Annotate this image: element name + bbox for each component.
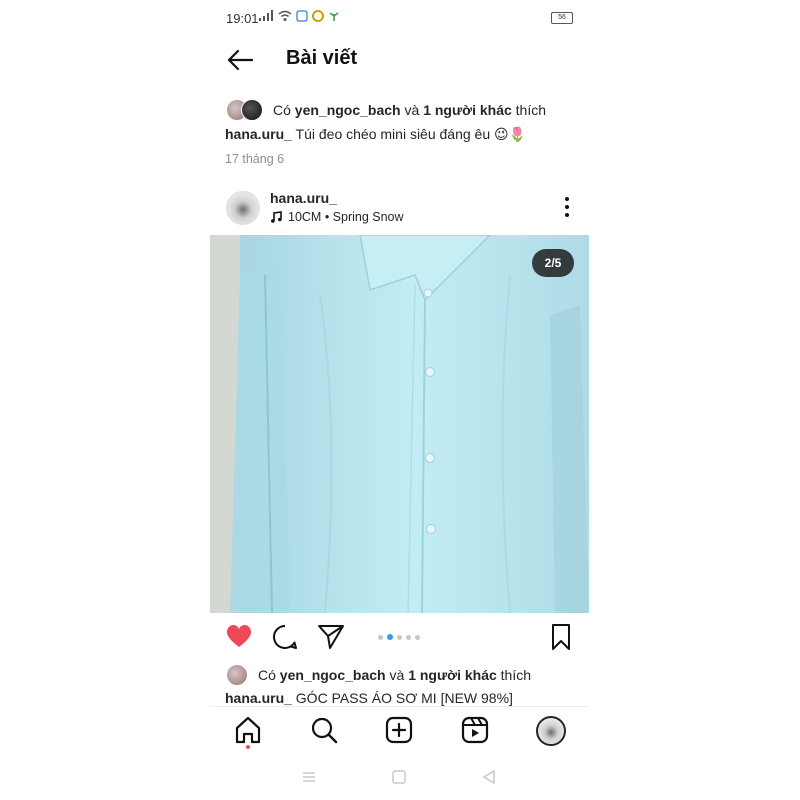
app-screen: 19:01 56 Bài viết Có yen_ngoc_bach và 1 … (210, 0, 589, 800)
music-label: 10CM • Spring Snow (288, 210, 404, 224)
likes-suffix: thích (515, 102, 547, 118)
heart-filled-icon (227, 625, 251, 647)
likes-others[interactable]: 1 người khác (408, 667, 497, 683)
reels-icon (461, 716, 489, 744)
carousel-dot (378, 634, 383, 640)
carousel-dot (415, 634, 420, 640)
likes-joiner: và (404, 102, 420, 118)
likes-text: Có yen_ngoc_bach và 1 người khác thích (258, 667, 531, 683)
bottom-nav (210, 706, 589, 757)
signal-icon (259, 10, 273, 21)
comment-icon (273, 624, 297, 649)
likes-summary[interactable]: Có yen_ngoc_bach và 1 người khác thích (226, 664, 531, 686)
caption-username[interactable]: hana.uru_ (225, 126, 292, 142)
comment-button[interactable] (272, 624, 300, 652)
caption: hana.uru_ GÓC PASS ÁO SƠ MI [NEW 98%] (225, 690, 513, 706)
post-date: 17 tháng 6 (225, 152, 285, 166)
nav-search[interactable] (309, 715, 339, 745)
home-icon (235, 716, 261, 744)
app-notification-icon (296, 10, 308, 22)
page-title: Bài viết (286, 47, 358, 69)
nav-new-post[interactable] (384, 715, 414, 745)
post-image[interactable]: 2/5 (210, 235, 589, 613)
new-post-icon (385, 716, 413, 744)
liker-username[interactable]: yen_ngoc_bach (280, 667, 386, 683)
image-counter: 2/5 (532, 249, 574, 277)
liker-avatar (241, 99, 263, 121)
notification-dot (246, 745, 250, 749)
music-info[interactable]: 10CM • Spring Snow (270, 210, 404, 224)
avatar[interactable] (226, 191, 260, 225)
coin-icon (312, 10, 324, 22)
nav-home[interactable] (233, 715, 263, 745)
plant-icon (329, 12, 339, 21)
system-nav-bar (210, 762, 589, 792)
likes-suffix: thích (500, 667, 532, 683)
caption-text: Túi đeo chéo mini siêu đáng êu 😉🌷 (295, 126, 527, 142)
caption-username[interactable]: hana.uru_ (225, 690, 292, 706)
carousel-dot (397, 634, 402, 640)
likes-prefix: Có (258, 667, 276, 683)
music-note-icon (271, 211, 282, 223)
share-button[interactable] (318, 624, 346, 652)
wifi-icon (278, 10, 292, 21)
nav-profile-avatar[interactable] (536, 716, 566, 746)
bookmark-icon (552, 624, 570, 650)
status-time: 19:01 (226, 11, 259, 26)
menu-icon (303, 772, 315, 782)
liker-avatar (226, 664, 248, 686)
more-options-button[interactable] (563, 196, 571, 218)
nav-reels[interactable] (460, 715, 490, 745)
likes-text: Có yen_ngoc_bach và 1 người khác thích (273, 102, 546, 118)
home-system-button[interactable] (390, 768, 408, 786)
carousel-indicator (378, 634, 420, 640)
back-system-button[interactable] (480, 768, 498, 786)
likes-summary[interactable]: Có yen_ngoc_bach và 1 người khác thích (226, 99, 546, 121)
carousel-dot (406, 634, 411, 640)
carousel-dot (387, 634, 393, 640)
more-vertical-icon (565, 197, 569, 217)
square-icon (392, 770, 406, 784)
like-button[interactable] (226, 624, 254, 652)
caption-text: GÓC PASS ÁO SƠ MI [NEW 98%] (295, 690, 513, 706)
back-button[interactable] (226, 46, 254, 74)
menu-button[interactable] (300, 768, 318, 786)
liker-username[interactable]: yen_ngoc_bach (295, 102, 401, 118)
likes-joiner: và (389, 667, 405, 683)
likes-prefix: Có (273, 102, 291, 118)
search-icon (311, 717, 338, 744)
triangle-back-icon (483, 770, 495, 784)
save-button[interactable] (548, 624, 576, 652)
arrow-left-icon (227, 49, 254, 71)
status-icons (258, 10, 340, 22)
likes-others[interactable]: 1 người khác (423, 102, 512, 118)
post-username[interactable]: hana.uru_ (270, 190, 337, 206)
shirt-photo (210, 235, 589, 613)
caption: hana.uru_ Túi đeo chéo mini siêu đáng êu… (225, 126, 526, 143)
send-icon (318, 625, 344, 649)
battery-indicator: 56 (551, 12, 573, 24)
